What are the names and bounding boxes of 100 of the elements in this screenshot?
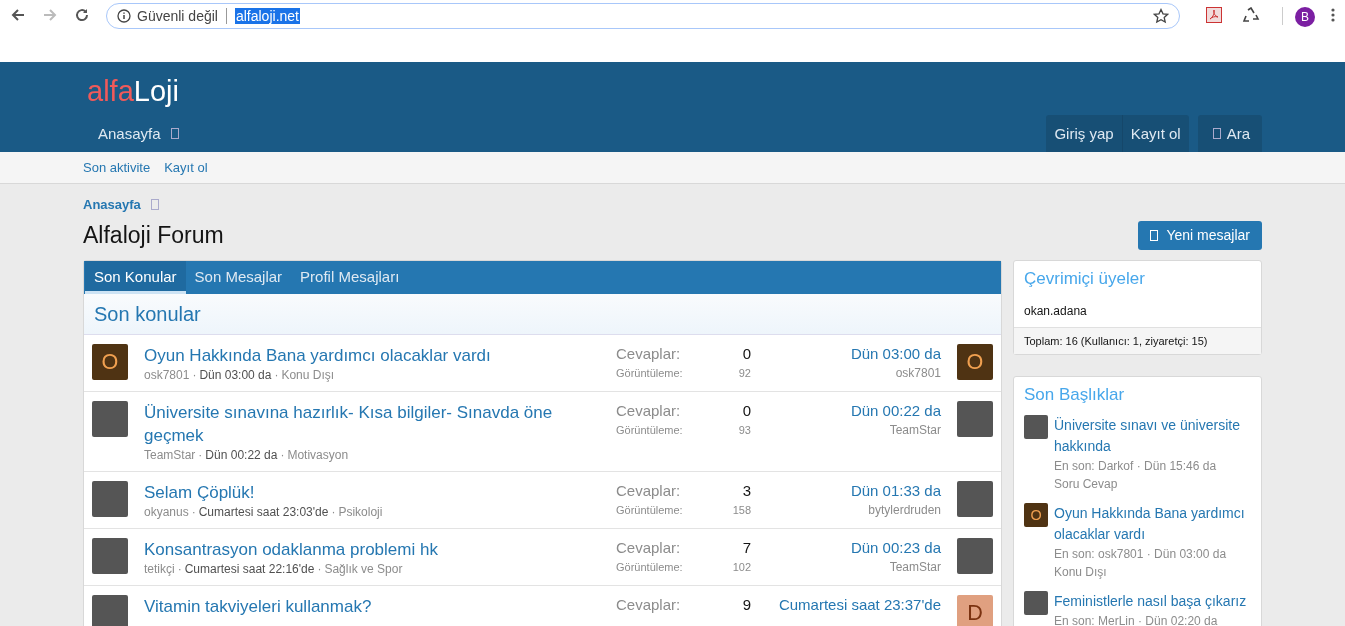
recycle-icon[interactable] bbox=[1242, 7, 1260, 23]
info-icon[interactable] bbox=[117, 9, 131, 23]
online-totals: Toplam: 16 (Kullanıcı: 1, ziyaretçi: 15) bbox=[1014, 327, 1261, 354]
tab[interactable]: Profil Mesajları bbox=[291, 261, 409, 294]
thread-title-link[interactable]: Selam Çöplük! bbox=[144, 481, 564, 504]
photo-placeholder[interactable] bbox=[92, 595, 128, 626]
pdf-icon[interactable] bbox=[1206, 7, 1222, 23]
photo-placeholder[interactable] bbox=[957, 401, 993, 437]
replies-label: Cevaplar: bbox=[616, 538, 681, 558]
views-label: Görüntüleme: bbox=[616, 423, 683, 438]
member-link[interactable]: okan.adana bbox=[1024, 304, 1087, 318]
replies-count: 7 bbox=[742, 538, 751, 558]
thread-title-link[interactable]: Üniversite sınavına hazırlık- Kısa bilgiler- Sınavda öne geçmek bbox=[144, 401, 564, 447]
forum-link[interactable]: Psikoloji bbox=[338, 505, 383, 519]
breadcrumb-link[interactable]: Anasayfa bbox=[83, 196, 141, 212]
thread-date[interactable]: Cumartesi saat 23:03'de bbox=[198, 505, 329, 519]
separator-dot: · bbox=[317, 562, 322, 576]
photo-placeholder[interactable] bbox=[92, 401, 128, 437]
letter-avatar[interactable]: O bbox=[957, 344, 993, 380]
photo-placeholder[interactable] bbox=[957, 538, 993, 574]
last-post-date[interactable]: Cumartesi saat 23:37'de bbox=[751, 595, 941, 615]
section-title: Son konular bbox=[94, 302, 201, 326]
replies-label: Cevaplar: bbox=[616, 481, 681, 501]
thread-title-link[interactable]: Üniversite sınavı ve üniversite hakkında bbox=[1054, 415, 1251, 457]
replies-label: Cevaplar: bbox=[616, 344, 681, 364]
card-title: Son Başlıklar bbox=[1023, 384, 1126, 406]
separator-dot: · bbox=[177, 562, 182, 576]
last-poster-link[interactable]: TeamStar bbox=[751, 421, 941, 439]
account-link[interactable]: Kayıt ol bbox=[1122, 115, 1189, 152]
profile-avatar[interactable]: B bbox=[1295, 7, 1315, 27]
tab[interactable]: Son Mesajlar bbox=[185, 261, 292, 294]
last-poster-link[interactable]: TeamStar bbox=[751, 558, 941, 576]
author-link[interactable]: osk7801 bbox=[144, 368, 190, 382]
last-post-date[interactable]: Dün 03:00 da bbox=[751, 344, 941, 364]
separator-dot: · bbox=[274, 368, 279, 382]
views-count: 102 bbox=[732, 560, 751, 575]
nav-link[interactable]: Anasayfa bbox=[98, 125, 161, 142]
photo-placeholder[interactable] bbox=[92, 538, 128, 574]
thread-title-link[interactable]: Konsantrasyon odaklanma problemi hk bbox=[144, 538, 564, 561]
views-count: 158 bbox=[732, 503, 751, 518]
letter-avatar[interactable]: O bbox=[92, 344, 128, 380]
missing-glyph-icon bbox=[150, 198, 159, 210]
author-link[interactable]: tetikçi bbox=[144, 562, 175, 576]
forum-link[interactable]: Motivasyon bbox=[287, 448, 349, 462]
separator-dot: · bbox=[280, 448, 285, 462]
letter-avatar[interactable]: O bbox=[1024, 503, 1048, 527]
replies-count: 9 bbox=[742, 595, 751, 615]
thread-title-link[interactable]: Oyun Hakkında Bana yardımcı olacaklar vardı bbox=[1054, 503, 1251, 545]
thread-title-link[interactable]: Vitamin takviyeleri kullanmak? bbox=[144, 595, 564, 618]
thread-title-link[interactable]: Feministlerle nasıl başa çıkarız bbox=[1054, 591, 1247, 612]
views-label: Görüntüleme: bbox=[616, 503, 683, 518]
replies-count: 3 bbox=[742, 481, 751, 501]
thread-title-link[interactable]: Oyun Hakkında Bana yardımcı olacaklar vardı bbox=[144, 344, 564, 367]
subnav-link[interactable]: Son aktivite bbox=[83, 160, 151, 175]
last-poster-link[interactable]: bytylerdruden bbox=[751, 501, 941, 519]
last-post-date[interactable]: Dün 01:33 da bbox=[751, 481, 941, 501]
photo-placeholder[interactable] bbox=[957, 481, 993, 517]
page-title: Alfaloji Forum bbox=[83, 221, 224, 249]
last-poster-link[interactable]: osk7801 bbox=[751, 364, 941, 382]
url-text: alfaloji.net bbox=[234, 8, 300, 24]
star-icon[interactable] bbox=[1153, 8, 1169, 24]
replies-label: Cevaplar: bbox=[616, 401, 681, 421]
views-count: 93 bbox=[738, 423, 751, 438]
photo-placeholder[interactable] bbox=[1024, 415, 1048, 439]
card-title: Çevrimiçi üyeler bbox=[1023, 268, 1146, 290]
photo-placeholder[interactable] bbox=[92, 481, 128, 517]
author-link[interactable]: TeamStar bbox=[144, 448, 196, 462]
latest-post-info: En son: Darkof · Dün 15:46 da bbox=[1054, 458, 1218, 475]
separator-dot: · bbox=[191, 505, 196, 519]
replies-count: 0 bbox=[742, 401, 751, 421]
replies-count: 0 bbox=[742, 344, 751, 364]
tab[interactable]: Son Konular bbox=[85, 261, 186, 294]
site-logo[interactable]: alfaLoji bbox=[87, 62, 179, 115]
author-link[interactable]: okyanus bbox=[144, 505, 189, 519]
thread-date[interactable]: Dün 00:22 da bbox=[205, 448, 278, 462]
last-post-date[interactable]: Dün 00:22 da bbox=[751, 401, 941, 421]
back-icon[interactable] bbox=[10, 7, 26, 23]
search-button[interactable]: Ara bbox=[1197, 115, 1262, 152]
separator-dot: · bbox=[331, 505, 336, 519]
views-label: Görüntüleme: bbox=[616, 560, 683, 575]
subnav-link[interactable]: Kayıt ol bbox=[164, 160, 208, 175]
security-label: Güvenli değil bbox=[137, 8, 218, 24]
latest-post-info: En son: osk7801 · Dün 03:00 da bbox=[1054, 546, 1228, 563]
forum-link[interactable]: Sağlık ve Spor bbox=[324, 562, 403, 576]
missing-glyph-icon bbox=[170, 128, 179, 139]
forum-link[interactable]: Konu Dışı bbox=[281, 368, 335, 382]
forum-link[interactable]: Soru Cevap bbox=[1054, 475, 1251, 493]
missing-glyph-icon bbox=[1150, 229, 1159, 241]
new-posts-button[interactable]: Yeni mesajlar bbox=[1138, 220, 1262, 250]
views-label: Görüntüleme: bbox=[616, 366, 683, 381]
thread-date[interactable]: Dün 03:00 da bbox=[199, 368, 272, 382]
replies-label: Cevaplar: bbox=[616, 595, 681, 615]
reload-icon[interactable] bbox=[74, 7, 90, 23]
forum-link[interactable]: Konu Dışı bbox=[1054, 563, 1251, 581]
thread-date[interactable]: Cumartesi saat 22:16'de bbox=[184, 562, 315, 576]
photo-placeholder[interactable] bbox=[1024, 591, 1048, 615]
menu-icon[interactable] bbox=[1331, 7, 1335, 23]
separator-dot: · bbox=[192, 368, 197, 382]
last-post-date[interactable]: Dün 00:23 da bbox=[751, 538, 941, 558]
letter-avatar[interactable]: D bbox=[957, 595, 993, 626]
